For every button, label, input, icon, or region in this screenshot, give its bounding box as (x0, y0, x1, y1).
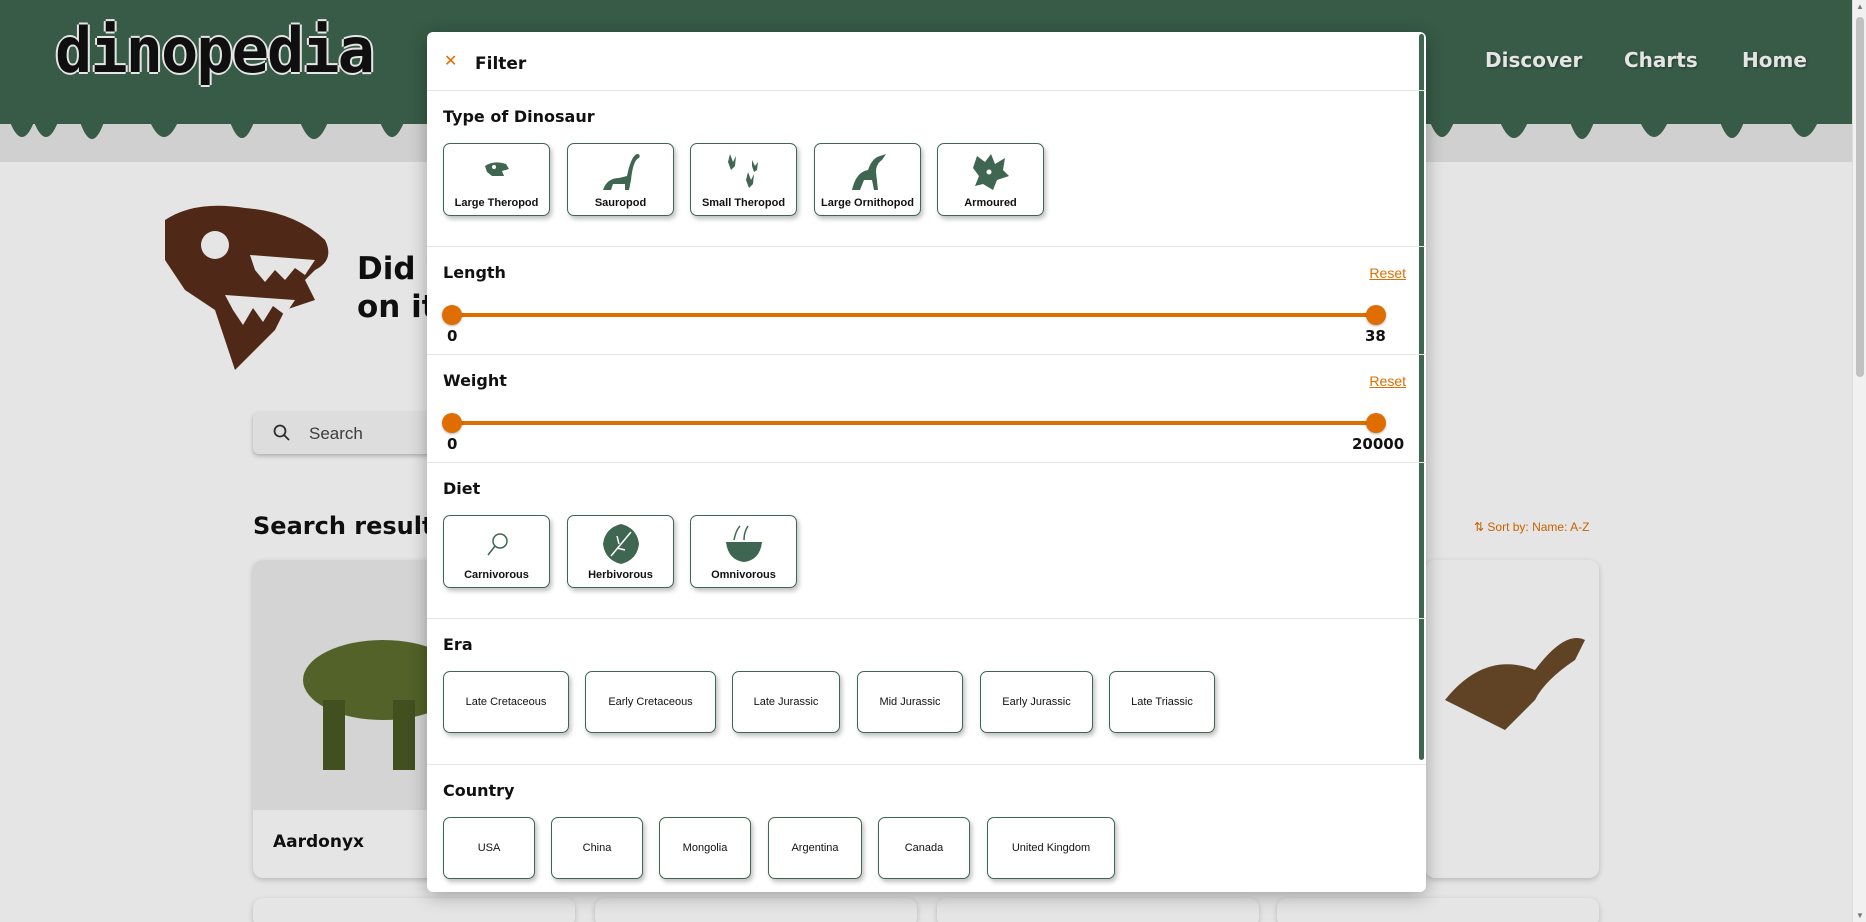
scroll-down-arrow-icon[interactable]: ▼ (1856, 911, 1864, 920)
country-option-canada[interactable]: Canada (878, 817, 970, 879)
length-slider-track[interactable] (452, 313, 1378, 317)
country-section: Country USA China Mongolia Argentina Can… (427, 765, 1426, 892)
country-section-title: Country (443, 781, 515, 800)
type-option-label: Small Theropod (701, 197, 786, 209)
weight-slider-min-handle[interactable] (442, 413, 462, 433)
era-option-mid-jurassic[interactable]: Mid Jurassic (857, 671, 963, 733)
diet-option-herbivorous[interactable]: Herbivorous (567, 515, 674, 588)
country-option-usa[interactable]: USA (443, 817, 535, 879)
page-scrollbar[interactable]: ▲ ▼ (1852, 0, 1866, 922)
length-min-value: 0 (447, 327, 458, 345)
length-max-value: 38 (1365, 327, 1386, 345)
diet-option-label: Omnivorous (711, 569, 776, 581)
diet-option-omnivorous[interactable]: Omnivorous (690, 515, 797, 588)
length-section-title: Length (443, 263, 506, 282)
type-option-large-ornithopod[interactable]: Large Ornithopod (814, 143, 921, 216)
type-option-label: Sauropod (594, 197, 647, 209)
country-option-united-kingdom[interactable]: United Kingdom (987, 817, 1115, 879)
filter-modal: ✕ Filter Type of Dinosaur Large Theropod… (427, 32, 1426, 892)
type-section: Type of Dinosaur Large Theropod Sauropod… (427, 91, 1426, 247)
trex-skull-icon (484, 162, 509, 176)
leaf-icon (602, 524, 639, 564)
type-section-title: Type of Dinosaur (443, 107, 595, 126)
type-option-label: Large Ornithopod (821, 197, 914, 209)
type-option-armoured[interactable]: Armoured (937, 143, 1044, 216)
diet-option-label: Carnivorous (464, 569, 529, 581)
length-slider-max-handle[interactable] (1366, 305, 1386, 325)
length-slider-min-handle[interactable] (442, 305, 462, 325)
length-section: Length Reset 0 38 (427, 247, 1426, 355)
filter-modal-title: Filter (475, 54, 527, 74)
close-icon[interactable]: ✕ (444, 54, 457, 70)
filter-modal-header: ✕ Filter (427, 32, 1426, 91)
era-section-title: Era (443, 635, 473, 654)
era-option-early-jurassic[interactable]: Early Jurassic (980, 671, 1093, 733)
diet-option-carnivorous[interactable]: Carnivorous (443, 515, 550, 588)
country-option-china[interactable]: China (551, 817, 643, 879)
weight-section-title: Weight (443, 371, 507, 390)
triceratops-icon (972, 154, 1009, 190)
weight-min-value: 0 (447, 435, 458, 453)
ornithopod-icon (851, 154, 886, 190)
page-scrollbar-thumb[interactable] (1856, 17, 1864, 377)
weight-slider-max-handle[interactable] (1366, 413, 1386, 433)
sauropod-icon (602, 154, 640, 190)
type-option-small-theropod[interactable]: Small Theropod (690, 143, 797, 216)
type-option-label: Armoured (964, 197, 1017, 209)
length-reset-button[interactable]: Reset (1369, 265, 1406, 281)
weight-section: Weight Reset 0 20000 (427, 355, 1426, 463)
era-option-late-triassic[interactable]: Late Triassic (1109, 671, 1215, 733)
country-option-argentina[interactable]: Argentina (768, 817, 862, 879)
diet-section-title: Diet (443, 479, 481, 498)
meat-drumstick-icon (486, 533, 508, 556)
bowl-icon (725, 525, 762, 562)
scroll-up-arrow-icon[interactable]: ▲ (1856, 2, 1864, 11)
type-option-label: Large Theropod (454, 197, 539, 209)
weight-max-value: 20000 (1352, 435, 1405, 453)
weight-reset-button[interactable]: Reset (1369, 373, 1406, 389)
country-option-mongolia[interactable]: Mongolia (659, 817, 751, 879)
era-option-late-jurassic[interactable]: Late Jurassic (732, 671, 840, 733)
type-option-large-theropod[interactable]: Large Theropod (443, 143, 550, 216)
era-section: Era Late Cretaceous Early Cretaceous Lat… (427, 619, 1426, 765)
weight-slider-track[interactable] (452, 421, 1378, 425)
diet-section: Diet Carnivorous Herbivorous Omnivorous (427, 463, 1426, 619)
footprints-icon (727, 154, 758, 188)
type-option-sauropod[interactable]: Sauropod (567, 143, 674, 216)
era-option-early-cretaceous[interactable]: Early Cretaceous (585, 671, 716, 733)
diet-option-label: Herbivorous (588, 569, 653, 581)
era-option-late-cretaceous[interactable]: Late Cretaceous (443, 671, 569, 733)
